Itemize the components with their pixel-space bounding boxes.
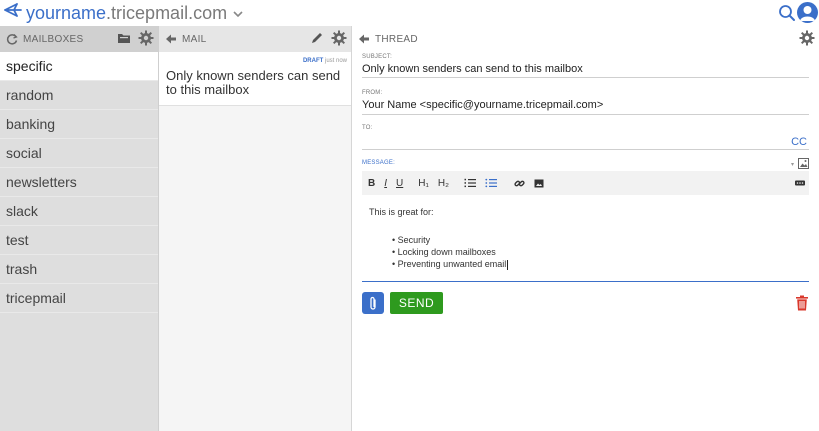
mailbox-item-banking[interactable]: banking xyxy=(0,110,158,139)
message-intro: This is great for: xyxy=(369,207,434,217)
gear-icon[interactable] xyxy=(138,30,154,46)
message-bullet-list: Security Locking down mailboxes Preventi… xyxy=(392,234,509,270)
back-arrow-icon[interactable] xyxy=(356,31,372,47)
image-insert-icon[interactable] xyxy=(798,158,809,171)
account-domain: .tricepmail.com xyxy=(106,2,228,23)
mailbox-item-specific[interactable]: specific xyxy=(0,52,158,81)
mailbox-label: random xyxy=(6,87,54,103)
top-bar: yourname .tricepmail.com xyxy=(0,0,819,26)
mailbox-item-trash[interactable]: trash xyxy=(0,255,158,284)
mail-title: MAIL xyxy=(182,33,207,45)
search-icon[interactable] xyxy=(777,3,797,23)
mail-panel: MAIL DRAFT just now Only known senders c… xyxy=(159,26,352,431)
list-item-text: Preventing unwanted email xyxy=(397,259,507,269)
gear-icon[interactable] xyxy=(331,30,347,46)
attachment-button[interactable] xyxy=(362,292,384,314)
mailbox-list: specific random banking social newslette… xyxy=(0,52,158,313)
mailbox-label: social xyxy=(6,145,42,161)
folder-icon[interactable] xyxy=(116,30,132,46)
list-item: Locking down mailboxes xyxy=(392,246,508,258)
message-editor[interactable]: This is great for: Security Locking down… xyxy=(362,195,809,282)
thread-header: THREAD xyxy=(352,26,819,52)
text-caret xyxy=(507,259,509,270)
refresh-icon[interactable] xyxy=(4,31,20,47)
mail-header: MAIL xyxy=(159,26,351,52)
bold-button[interactable]: B xyxy=(368,178,375,189)
gear-icon[interactable] xyxy=(799,30,815,46)
to-field[interactable]: TO: xyxy=(362,125,809,150)
caret-down-icon[interactable]: ▾ xyxy=(791,161,794,168)
editor-toolbar: B I U H₁ H₂ xyxy=(362,171,809,195)
underline-button[interactable]: U xyxy=(396,178,403,189)
account-username: yourname xyxy=(26,2,107,23)
more-options-icon[interactable] xyxy=(795,180,805,186)
subject-input[interactable]: Only known senders can send to this mail… xyxy=(362,63,809,75)
mail-list-item[interactable]: DRAFT just now Only known senders can se… xyxy=(159,52,351,106)
mailboxes-panel: MAILBOXES specific random banking social… xyxy=(0,26,159,431)
compose-pencil-icon[interactable] xyxy=(309,30,325,46)
message-options: ▾ xyxy=(791,158,809,171)
mailbox-item-random[interactable]: random xyxy=(0,81,158,110)
to-label: TO: xyxy=(362,125,373,131)
mailboxes-title: MAILBOXES xyxy=(23,33,84,45)
ordered-list-icon[interactable] xyxy=(464,178,476,188)
mail-meta: DRAFT just now xyxy=(303,58,347,64)
mailbox-item-social[interactable]: social xyxy=(0,139,158,168)
thread-panel: THREAD SUBJECT: Only known senders can s… xyxy=(352,26,819,431)
user-avatar-icon[interactable] xyxy=(797,2,818,23)
cc-link[interactable]: CC xyxy=(791,136,807,148)
thread-title: THREAD xyxy=(375,33,418,45)
mailbox-label: tricepmail xyxy=(6,290,66,306)
trash-icon[interactable] xyxy=(795,295,809,311)
mailbox-label: specific xyxy=(6,58,53,74)
mailboxes-header: MAILBOXES xyxy=(0,26,158,52)
mailbox-label: test xyxy=(6,232,29,248)
mail-subject: Only known senders can send to this mail… xyxy=(166,68,341,97)
link-icon[interactable] xyxy=(514,178,525,189)
subject-label: SUBJECT: xyxy=(362,54,392,60)
paperclip-icon xyxy=(370,296,376,310)
from-label: FROM: xyxy=(362,90,383,96)
mailbox-item-tricepmail[interactable]: tricepmail xyxy=(0,284,158,313)
back-arrow-icon[interactable] xyxy=(163,31,179,47)
mailbox-item-test[interactable]: test xyxy=(0,226,158,255)
mailbox-item-slack[interactable]: slack xyxy=(0,197,158,226)
heading2-button[interactable]: H₂ xyxy=(438,178,449,189)
subject-field[interactable]: SUBJECT: Only known senders can send to … xyxy=(362,54,809,78)
from-select[interactable]: Your Name <specific@yourname.tricepmail.… xyxy=(362,99,809,111)
mailbox-label: trash xyxy=(6,261,38,277)
mailbox-label: slack xyxy=(6,203,38,219)
message-label: MESSAGE: xyxy=(362,160,395,166)
list-item: Security xyxy=(392,234,508,246)
mailbox-label: banking xyxy=(6,116,56,132)
italic-button[interactable]: I xyxy=(384,178,387,189)
mailbox-label: newsletters xyxy=(6,174,77,190)
heading1-button[interactable]: H₁ xyxy=(418,178,429,189)
from-field[interactable]: FROM: Your Name <specific@yourname.trice… xyxy=(362,90,809,115)
bullet-list-icon[interactable] xyxy=(485,178,497,188)
draft-badge: DRAFT xyxy=(302,58,324,64)
chevron-down-icon xyxy=(233,6,243,21)
image-icon[interactable] xyxy=(534,179,544,188)
send-button[interactable]: SEND xyxy=(390,292,443,314)
list-item: Preventing unwanted email xyxy=(392,258,509,270)
tricep-logo-icon xyxy=(4,2,22,24)
mail-time: just now xyxy=(324,58,347,64)
mailbox-item-newsletters[interactable]: newsletters xyxy=(0,168,158,197)
account-switcher[interactable]: yourname .tricepmail.com xyxy=(4,2,243,24)
